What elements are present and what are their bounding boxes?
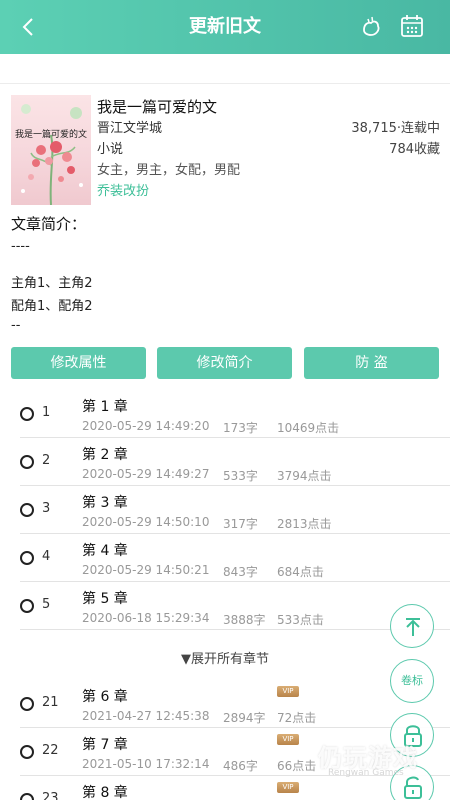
intro-line: -- bbox=[11, 318, 21, 333]
chapter-clicks: 2813点击 bbox=[277, 517, 332, 531]
toolbar-spacer bbox=[0, 54, 450, 84]
chapter-words: 843字 bbox=[223, 565, 258, 579]
favorites-count: 784收藏 bbox=[389, 142, 440, 157]
site-row: 晋江文学城 38,715·连载中 bbox=[97, 118, 440, 139]
calendar-icon[interactable] bbox=[398, 12, 426, 40]
chapter-radio[interactable] bbox=[20, 407, 34, 421]
chapter-radio[interactable] bbox=[20, 551, 34, 565]
chapter-index: 21 bbox=[42, 695, 59, 710]
chapter-clicks: 533点击 bbox=[277, 613, 324, 627]
water-drop-icon[interactable] bbox=[356, 12, 384, 40]
scroll-top-button[interactable] bbox=[390, 604, 434, 648]
chapter-radio[interactable] bbox=[20, 697, 34, 711]
chapter-name: 第 1 章 bbox=[82, 399, 128, 415]
chapter-date: 2020-06-18 15:29:34 bbox=[82, 611, 210, 625]
chapter-clicks: 66点击 bbox=[277, 759, 317, 773]
book-cover[interactable]: 我是一篇可爱的文 bbox=[11, 95, 91, 205]
chapter-radio[interactable] bbox=[20, 599, 34, 613]
chapter-row[interactable]: 4 第 4 章 2020-05-29 14:50:21 843字 684点击 bbox=[20, 534, 450, 582]
chapter-row[interactable]: 2 第 2 章 2020-05-29 14:49:27 533字 3794点击 bbox=[20, 438, 450, 486]
chapter-radio[interactable] bbox=[20, 503, 34, 517]
chapter-words: 533字 bbox=[223, 469, 258, 483]
chapter-radio[interactable] bbox=[20, 745, 34, 759]
chapter-date: 2020-05-29 14:49:27 bbox=[82, 467, 210, 481]
style-tag-link[interactable]: 乔装改扮 bbox=[97, 181, 440, 202]
chapter-date: 2021-05-10 17:32:14 bbox=[82, 757, 210, 771]
chapter-name: 第 6 章 bbox=[82, 689, 128, 705]
chapter-words: 2894字 bbox=[223, 711, 266, 725]
chapter-clicks: 684点击 bbox=[277, 565, 324, 579]
chapter-words: 317字 bbox=[223, 517, 258, 531]
book-category: 小说 bbox=[97, 142, 124, 157]
chapter-index: 2 bbox=[42, 453, 51, 468]
expand-all-chapters[interactable]: ▼展开所有章节 bbox=[0, 648, 450, 667]
chapter-name: 第 2 章 bbox=[82, 447, 128, 463]
chapter-name: 第 7 章 bbox=[82, 737, 128, 753]
book-stats: 38,715·连载中 bbox=[351, 121, 440, 136]
chapter-index: 1 bbox=[42, 405, 51, 420]
chapter-clicks: 10469点击 bbox=[277, 421, 340, 435]
vip-badge: VIP bbox=[277, 686, 299, 697]
chapter-index: 3 bbox=[42, 501, 51, 516]
chapter-row[interactable]: 23 第 8 章 VIP bbox=[20, 776, 450, 800]
chapter-words: 173字 bbox=[223, 421, 258, 435]
chapter-words: 3888字 bbox=[223, 613, 266, 627]
intro-line: 主角1、主角2 bbox=[11, 276, 93, 291]
chapter-name: 第 5 章 bbox=[82, 591, 128, 607]
anti-theft-button[interactable]: 防 盗 bbox=[304, 347, 439, 379]
chapter-index: 5 bbox=[42, 597, 51, 612]
chapter-row[interactable]: 3 第 3 章 2020-05-29 14:50:10 317字 2813点击 bbox=[20, 486, 450, 534]
chapter-index: 23 bbox=[42, 791, 59, 800]
chapter-index: 4 bbox=[42, 549, 51, 564]
volume-label: 卷标 bbox=[401, 674, 423, 687]
edit-intro-button[interactable]: 修改简介 bbox=[157, 347, 292, 379]
chapter-clicks: 72点击 bbox=[277, 711, 317, 725]
chapter-row[interactable]: 5 第 5 章 2020-06-18 15:29:34 3888字 533点击 bbox=[20, 582, 450, 630]
book-info: 我是一篇可爱的文 晋江文学城 38,715·连载中 小说 784收藏 女主，男主… bbox=[97, 96, 440, 202]
volume-label-button[interactable]: 卷标 bbox=[390, 659, 434, 703]
intro-line: 配角1、配角2 bbox=[11, 299, 93, 314]
book-tags: 女主，男主，女配，男配 bbox=[97, 163, 241, 178]
intro-line: ---- bbox=[11, 239, 30, 254]
chapter-row[interactable]: 21 第 6 章 VIP 2021-04-27 12:45:38 2894字 7… bbox=[20, 680, 450, 728]
chapter-date: 2020-05-29 14:49:20 bbox=[82, 419, 210, 433]
chapter-clicks: 3794点击 bbox=[277, 469, 332, 483]
chapter-name: 第 3 章 bbox=[82, 495, 128, 511]
chapter-name: 第 4 章 bbox=[82, 543, 128, 559]
cover-art bbox=[21, 104, 83, 205]
arrow-up-icon bbox=[406, 618, 420, 636]
chapter-date: 2020-05-29 14:50:21 bbox=[82, 563, 210, 577]
chapter-row[interactable]: 1 第 1 章 2020-05-29 14:49:20 173字 10469点击 bbox=[20, 390, 450, 438]
chapter-radio[interactable] bbox=[20, 455, 34, 469]
vip-badge: VIP bbox=[277, 734, 299, 745]
watermark-subtitle: Rengwan Games bbox=[328, 768, 404, 778]
vip-badge: VIP bbox=[277, 782, 299, 793]
chapter-radio[interactable] bbox=[20, 793, 34, 800]
edit-attributes-button[interactable]: 修改属性 bbox=[11, 347, 146, 379]
chapter-index: 22 bbox=[42, 743, 59, 758]
chapter-date: 2020-05-29 14:50:10 bbox=[82, 515, 210, 529]
site-name: 晋江文学城 bbox=[97, 121, 163, 136]
chapter-words: 486字 bbox=[223, 759, 258, 773]
book-title: 我是一篇可爱的文 bbox=[97, 98, 218, 116]
cover-title: 我是一篇可爱的文 bbox=[14, 130, 87, 140]
chevron-left-icon[interactable] bbox=[14, 13, 42, 41]
chapter-date: 2021-04-27 12:45:38 bbox=[82, 709, 210, 723]
category-row: 小说 784收藏 bbox=[97, 139, 440, 160]
intro-heading: 文章简介： bbox=[11, 215, 87, 233]
top-bar: 更新旧文 bbox=[0, 0, 450, 54]
chapter-name: 第 8 章 bbox=[82, 785, 128, 800]
